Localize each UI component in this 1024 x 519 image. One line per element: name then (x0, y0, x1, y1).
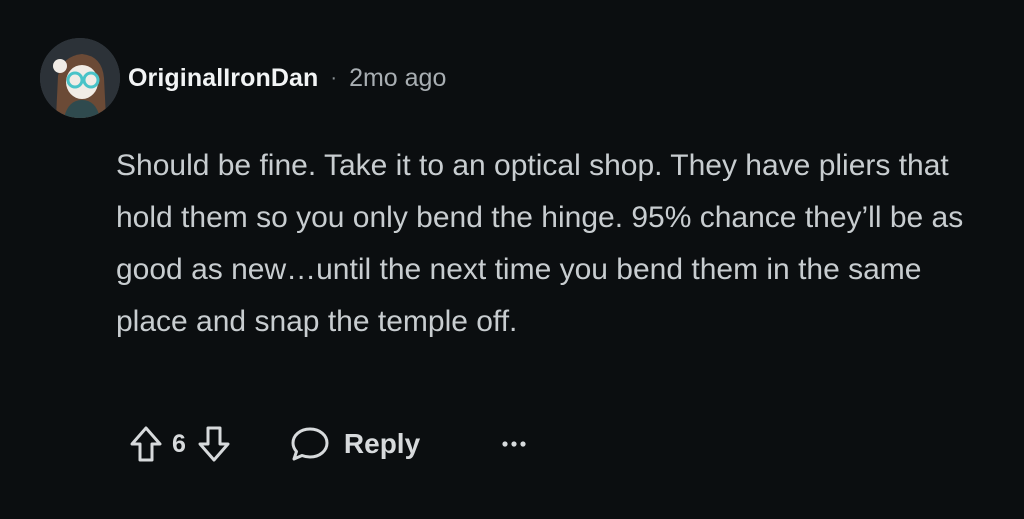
comment-actions: 6 Reply (124, 420, 534, 468)
comment: OriginalIronDan · 2mo ago Should be fine… (0, 0, 1024, 519)
speech-bubble-icon (291, 427, 329, 461)
downvote-button[interactable] (192, 422, 236, 466)
vote-score: 6 (172, 429, 186, 458)
avatar-image (40, 38, 120, 118)
avatar[interactable] (40, 38, 120, 118)
arrow-down-outline-icon (198, 426, 230, 462)
reply-label: Reply (343, 428, 421, 459)
more-options-button[interactable] (494, 424, 534, 464)
reply-button[interactable]: Reply (290, 425, 420, 463)
separator-dot: · (330, 66, 338, 89)
upvote-button[interactable] (124, 422, 168, 466)
arrow-up-outline-icon (130, 426, 162, 462)
comment-header: OriginalIronDan · 2mo ago (40, 38, 446, 118)
timestamp[interactable]: 2mo ago (349, 64, 446, 93)
ellipsis-icon (502, 441, 526, 447)
username[interactable]: OriginalIronDan (128, 64, 318, 93)
comment-body: Should be fine. Take it to an optical sh… (116, 149, 964, 338)
